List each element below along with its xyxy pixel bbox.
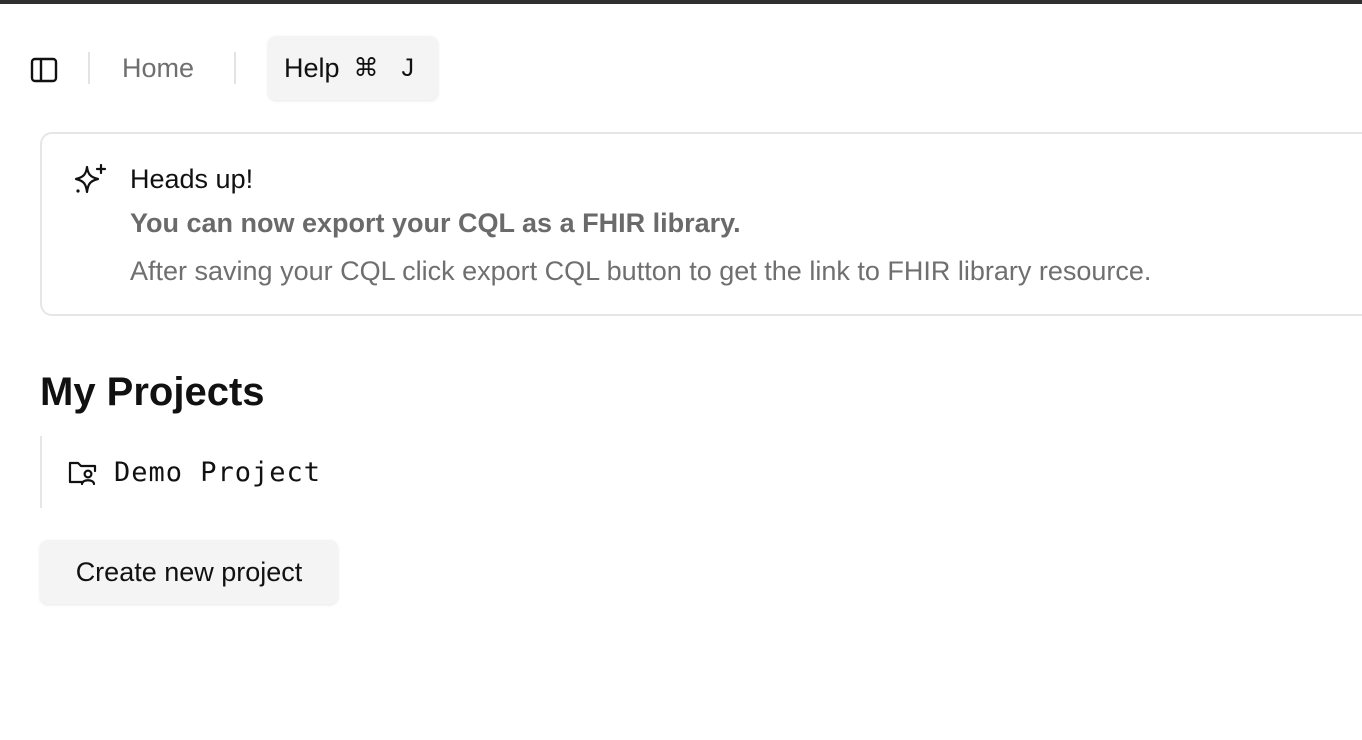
alert-description: After saving your CQL click export CQL b… (130, 256, 1152, 286)
project-list: Demo Project (40, 436, 640, 508)
header-divider (234, 52, 236, 84)
alert-headline: You can now export your CQL as a FHIR li… (130, 208, 741, 238)
folder-user-icon (66, 455, 100, 489)
header: Home Help ⌘ J (0, 4, 1362, 124)
help-button-label: Help (284, 52, 340, 83)
sparkles-icon (74, 162, 108, 196)
help-shortcut-hint: ⌘ J (353, 54, 422, 82)
heads-up-alert: Heads up! You can now export your CQL as… (40, 132, 1362, 316)
my-projects-heading: My Projects (40, 370, 265, 414)
help-button[interactable]: Help ⌘ J (268, 36, 438, 100)
list-item-demo-project[interactable]: Demo Project (66, 454, 321, 490)
alert-title: Heads up! (130, 164, 254, 194)
sidebar-toggle-button[interactable] (26, 52, 62, 88)
sidebar-panel-icon (30, 57, 58, 83)
breadcrumb-home-link[interactable]: Home (122, 52, 194, 84)
header-divider (88, 52, 90, 84)
project-name: Demo Project (114, 456, 322, 488)
create-new-project-button[interactable]: Create new project (40, 540, 338, 604)
